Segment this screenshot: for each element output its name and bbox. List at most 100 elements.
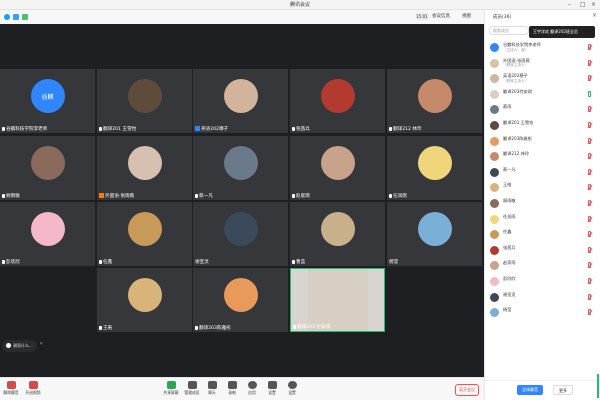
unmute-button[interactable]: 解除静音 [0,381,22,396]
video-tile[interactable]: 曹蓝 [290,202,385,266]
video-tile[interactable]: 任润雨 [387,136,482,200]
notification-toast: 王宇洋欢 翻译202班全员 [529,26,595,38]
member-row[interactable]: 谷麒科技学院李老师 （主持人，我） [485,40,600,56]
mic-icon [99,259,102,264]
member-row[interactable]: 杨莹 [485,305,600,321]
mute-all-button[interactable]: 全体静音 [517,385,543,395]
member-row[interactable]: 翻译203陈雅彤 [485,134,600,150]
member-name-text: 顾雨敏 [503,197,516,203]
video-tile[interactable]: 杨莹 [387,202,482,266]
member-row[interactable]: 外国语-张雨薇 （联席主持人） [485,56,600,72]
members-button[interactable]: 聊天 [201,381,223,396]
member-row[interactable]: 翻译201 王雪怡 [485,118,600,134]
mic-muted-icon[interactable] [588,59,591,66]
video-tile[interactable]: 翻译203 付安琪 [290,268,385,332]
mic-muted-icon[interactable] [588,44,591,50]
signal-icon [22,14,28,20]
participant-name: 赵家雨 [292,193,310,199]
mic-muted-icon[interactable] [588,75,591,82]
info-icon[interactable] [4,14,10,20]
record-button[interactable]: 应用 [241,381,263,396]
avatar [30,212,65,246]
mic-muted-icon[interactable] [588,106,591,113]
close-panel-icon[interactable]: × [592,12,597,19]
self-view-pill[interactable]: 谢雨什么... [2,340,37,352]
member-row[interactable]: 翻译203付安琪 [485,87,600,103]
member-name: 英语202穆子 （联席主持人） [503,73,528,83]
member-row[interactable]: 彭欣欣 [485,274,600,290]
video-tile[interactable]: 赵家雨 [290,136,385,200]
mic-muted-icon[interactable] [588,153,591,160]
video-tile[interactable]: 英语202穆子 [193,69,288,133]
mic-muted-icon[interactable] [588,246,591,253]
chat-button[interactable]: 录制 [221,381,243,396]
mic-muted-icon[interactable] [588,184,591,191]
member-row[interactable]: 王皓 [485,180,600,196]
mic-icon [292,193,295,198]
record-label: 应用 [248,390,256,395]
video-tile[interactable]: 谷麒 谷麒科技学院李老师 [0,69,95,133]
member-row[interactable]: 蔡雨 [485,102,600,118]
mic-muted-icon[interactable] [588,215,591,222]
participant-name-text: 翻译203 付安琪 [297,325,331,330]
meeting-info-button[interactable]: 会议信息 [432,13,450,21]
video-tile[interactable]: 翻译201 王雪怡 [97,69,192,133]
video-tile[interactable]: 王皓 [97,268,192,332]
video-tile[interactable]: 翻译203陈雅彤 [193,268,288,332]
mic-muted-icon[interactable] [588,121,591,128]
window-title: 腾讯会议 [289,2,310,8]
video-tile[interactable]: 顾雨敏 [0,136,95,200]
member-row[interactable]: 赵家雨 [485,258,600,274]
mic-muted-icon[interactable] [588,137,591,144]
minimize-icon[interactable]: – [568,1,571,8]
video-tile[interactable]: 翻译212 林玲 [387,69,482,133]
participant-name: 张茜兵 [292,126,310,132]
member-name: 蔡雨 [503,105,511,110]
member-row[interactable]: 翻译212 林玲 [485,149,600,165]
leave-meeting-button[interactable]: 离开会议 [455,384,479,396]
member-row[interactable]: 任润雨 [485,212,600,228]
participant-name: 英语202穆子 [195,126,228,132]
scrollbar[interactable] [597,374,599,398]
shield-icon[interactable] [13,14,19,20]
mic-muted-icon[interactable] [588,199,591,206]
participant-name: 蔡一凡 [195,193,213,199]
manage-members-button[interactable]: 管理成员 [181,381,203,396]
member-row[interactable]: 蔡一凡 [485,165,600,181]
chevron-left-icon[interactable]: ‹ [40,340,42,347]
member-name-text: 翻译203陈雅彤 [503,135,532,141]
mic-icon[interactable] [588,90,591,97]
apps-button[interactable]: 设置 [261,381,283,396]
view-button[interactable]: 视图 [462,13,471,21]
member-name: 翻译203付安琪 [503,89,532,95]
self-view-label: 谢雨什么... [13,343,33,348]
member-row[interactable]: 英语202穆子 （联席主持人） [485,71,600,87]
share-screen-button[interactable]: 共享屏幕 [160,381,182,396]
mic-muted-icon[interactable] [588,293,591,300]
close-icon[interactable]: × [591,1,596,8]
video-tile[interactable]: 蔡一凡 [193,136,288,200]
video-tile[interactable]: 张茜兵 [290,69,385,133]
mic-muted-icon[interactable] [588,168,591,175]
member-row[interactable]: 顾雨敏 [485,196,600,212]
avatar [490,74,499,84]
mic-muted-icon[interactable] [588,231,591,238]
video-tile[interactable]: 谢宣灵 [193,202,288,266]
member-name: 杨莹 [503,307,511,313]
maximize-icon[interactable]: □ [580,1,586,8]
video-tile[interactable]: 外国语-张雨薇 [97,136,192,200]
mic-muted-icon[interactable] [588,262,591,269]
member-row[interactable]: 任鑫 [485,227,600,243]
member-row[interactable]: 谢宣灵 [485,290,600,306]
video-tile[interactable]: 任鑫 [97,202,192,266]
video-tile[interactable]: 彭欣欣 [0,202,95,266]
participant-name-text: 谢宣灵 [195,260,209,265]
settings-button[interactable]: 设置 [281,381,303,396]
start-video-label: 开启视频 [25,390,41,395]
search-input[interactable]: 搜索成员 [489,26,529,35]
start-video-button[interactable]: 开启视频 [22,381,44,396]
mic-muted-icon[interactable] [588,309,591,316]
mic-muted-icon[interactable] [588,277,591,284]
member-row[interactable]: 张茜兵 [485,243,600,259]
more-button[interactable]: 更多 [553,385,573,395]
